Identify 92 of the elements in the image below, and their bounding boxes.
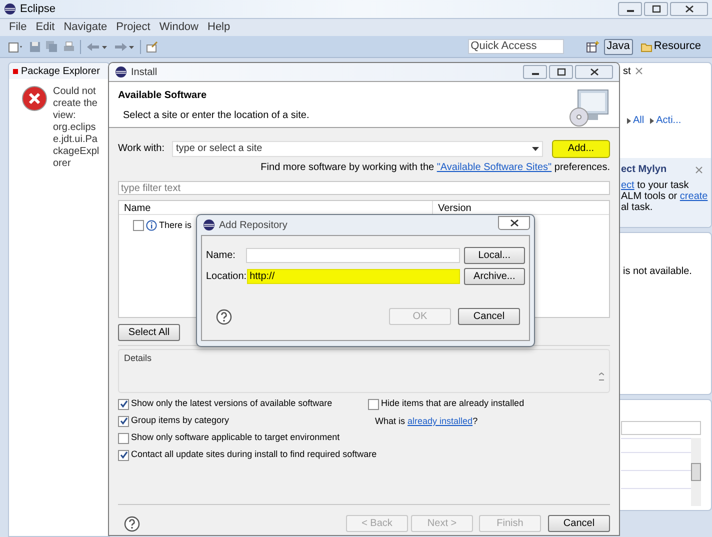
- dialog-title: Add Repository: [219, 218, 288, 232]
- eclipse-logo-icon: [203, 219, 215, 231]
- field-label: Name:: [206, 248, 236, 262]
- forward-arrow-icon[interactable]: [113, 40, 135, 52]
- option-label: Show only software applicable to target environment: [131, 431, 340, 444]
- info-icon: [146, 220, 157, 232]
- option-label: Contact all update sites during install to find required software: [131, 448, 377, 462]
- edit-icon[interactable]: [146, 40, 158, 52]
- help-icon[interactable]: [216, 308, 232, 324]
- close-icon[interactable]: [634, 67, 643, 75]
- back-arrow-icon[interactable]: [86, 40, 108, 52]
- checkmark-icon: [120, 400, 128, 408]
- checkbox[interactable]: [118, 450, 129, 460]
- spinner-icon[interactable]: [599, 372, 604, 382]
- folder-icon: [640, 42, 652, 52]
- filter-field[interactable]: type filter text: [118, 181, 610, 195]
- scrollbar[interactable]: [691, 438, 701, 506]
- eclipse-logo-icon: [4, 3, 16, 15]
- checkbox[interactable]: [118, 432, 129, 444]
- checkbox[interactable]: [118, 416, 129, 426]
- option-label: Hide items that are already installed: [381, 397, 524, 410]
- unavailable-message: is not available.: [623, 266, 692, 277]
- open-perspective-icon[interactable]: [586, 40, 599, 52]
- table-cell-text: There is: [159, 219, 192, 232]
- field-label: Work with:: [118, 142, 166, 156]
- maximize-icon: [556, 68, 566, 76]
- close-button[interactable]: [670, 2, 708, 16]
- section-title: ect Mylyn: [621, 163, 667, 177]
- minimize-button[interactable]: [523, 65, 547, 79]
- triangle-icon: [650, 118, 654, 124]
- option-label: Group items by category: [131, 414, 230, 428]
- text-field[interactable]: [246, 248, 460, 262]
- option-label: Show only the latest versions of available software: [131, 397, 332, 410]
- text-field[interactable]: http://: [246, 268, 460, 284]
- dialog-button[interactable]: Cancel: [548, 515, 610, 532]
- error-icon: [22, 86, 47, 111]
- dialog-button[interactable]: Select All: [118, 324, 180, 341]
- dropdown-arrow-icon: [532, 146, 539, 150]
- view-tab[interactable]: st: [623, 64, 631, 78]
- quick-access-field[interactable]: Quick Access: [468, 39, 564, 54]
- mylyn-text: ect to your task ALM tools or create al task.: [621, 180, 709, 213]
- close-icon: [590, 68, 598, 76]
- print-icon[interactable]: [63, 40, 75, 52]
- close-button[interactable]: [498, 216, 530, 230]
- menu-item[interactable]: Edit: [36, 19, 55, 36]
- checkmark-icon: [120, 451, 128, 459]
- close-icon[interactable]: [695, 166, 703, 174]
- view-marker-icon: [13, 68, 18, 74]
- link[interactable]: ect: [621, 180, 634, 191]
- menu-item[interactable]: Navigate: [64, 19, 108, 36]
- group-label: Details: [124, 352, 153, 365]
- column-header[interactable]: Version: [433, 201, 609, 214]
- checkmark-icon: [120, 417, 128, 425]
- maximize-button[interactable]: [644, 2, 668, 16]
- dialog-title: Install: [131, 66, 158, 80]
- menu-item[interactable]: Help: [208, 19, 230, 36]
- triangle-icon: [627, 118, 631, 124]
- error-message: Could not create the view: org.eclipse.jdt.ui.PackageExplorer: [53, 86, 100, 170]
- menu-item[interactable]: File: [9, 19, 27, 36]
- checkbox[interactable]: [118, 398, 129, 410]
- installed-hint: What is already installed?: [374, 415, 479, 427]
- add-button[interactable]: Add...: [552, 140, 610, 158]
- perspective-tab[interactable]: Resource: [638, 38, 704, 54]
- link[interactable]: create: [680, 191, 708, 202]
- maximize-button[interactable]: [549, 65, 573, 79]
- close-icon: [510, 219, 518, 227]
- field-label: Location:: [206, 270, 247, 284]
- dialog-button[interactable]: Local...: [464, 246, 525, 264]
- dialog-button[interactable]: Archive...: [464, 268, 525, 284]
- close-button[interactable]: [575, 65, 613, 79]
- page-heading: Available Software: [118, 89, 208, 103]
- filter-link[interactable]: Acti...: [656, 113, 682, 128]
- menu-item[interactable]: Window: [159, 19, 198, 36]
- page-subtitle: Select a site or enter the location of a site.: [122, 109, 310, 123]
- maximize-icon: [652, 5, 660, 13]
- perspective-tab[interactable]: Java: [604, 38, 633, 54]
- minimize-button[interactable]: [618, 2, 642, 16]
- checkbox[interactable]: [368, 398, 379, 410]
- menu-item[interactable]: Project: [116, 19, 150, 36]
- hint-text: Find more software by working with the "Available Software Sites" preferences.: [260, 161, 610, 175]
- link[interactable]: already installed: [408, 416, 473, 426]
- help-icon[interactable]: [124, 516, 140, 532]
- checkbox[interactable]: [133, 220, 144, 232]
- dialog-button[interactable]: Cancel: [458, 308, 520, 325]
- eclipse-logo-icon: [115, 66, 127, 78]
- link[interactable]: "Available Software Sites": [436, 162, 552, 173]
- close-icon: [684, 5, 694, 13]
- new-file-icon[interactable]: [8, 40, 24, 52]
- filter-link[interactable]: All: [633, 113, 644, 128]
- search-field[interactable]: [621, 421, 701, 435]
- window-title: Eclipse: [20, 2, 56, 17]
- site-combo-box[interactable]: type or select a site: [172, 140, 543, 156]
